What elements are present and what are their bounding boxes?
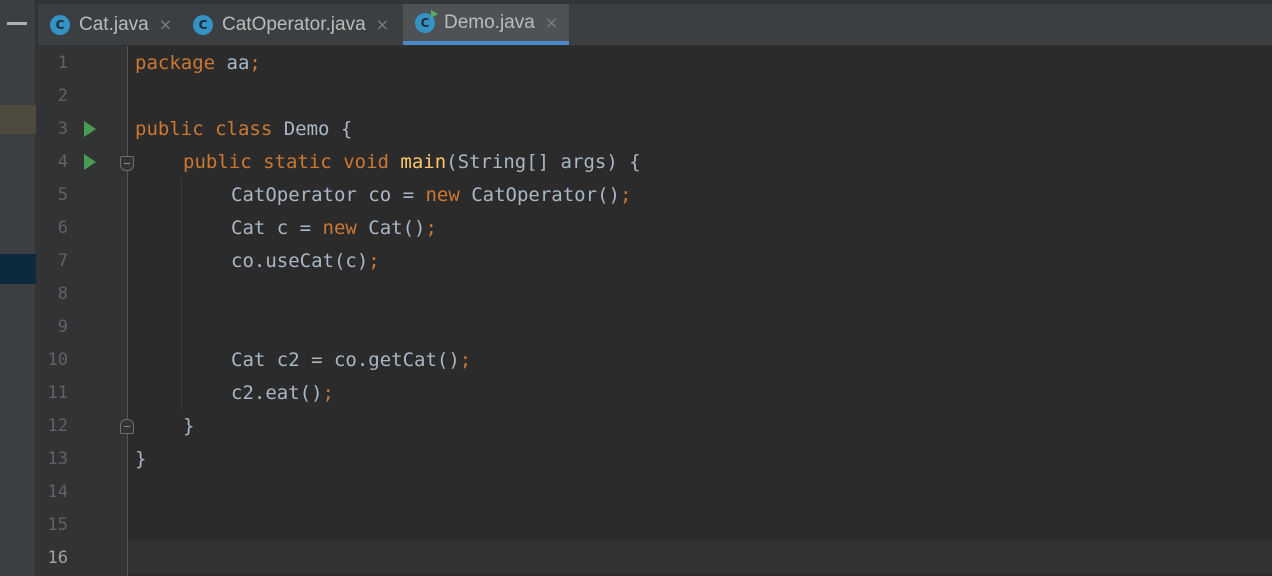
java-class-icon: C: [50, 14, 70, 35]
run-main-icon[interactable]: [84, 154, 96, 170]
line-number-current: 16: [47, 548, 68, 568]
line-number: 5: [57, 185, 68, 205]
line-number: 1: [57, 53, 68, 73]
tab-label: Cat.java: [79, 13, 149, 35]
close-icon[interactable]: ×: [545, 13, 558, 32]
code-line-13[interactable]: }: [135, 443, 146, 476]
line-number: 12: [47, 416, 68, 436]
close-icon[interactable]: ×: [159, 15, 172, 34]
tab-demo-java[interactable]: C Demo.java ×: [403, 4, 569, 45]
fold-close-icon[interactable]: [120, 419, 134, 434]
tool-window-strip: [0, 0, 36, 576]
gutter-border: [127, 46, 128, 576]
tab-cat-java[interactable]: C Cat.java ×: [38, 4, 178, 45]
code-line-1[interactable]: package aa;: [135, 47, 261, 80]
line-number: 7: [57, 251, 68, 271]
tab-catoperator-java[interactable]: C CatOperator.java ×: [181, 4, 401, 45]
minimize-icon[interactable]: [7, 22, 27, 25]
line-number: 6: [57, 218, 68, 238]
line-number: 13: [47, 449, 68, 469]
code-line-7[interactable]: co.useCat(c);: [231, 245, 380, 278]
line-number: 4: [57, 152, 68, 172]
fold-open-icon[interactable]: [120, 156, 134, 171]
java-runnable-class-icon: C: [415, 9, 438, 33]
close-icon[interactable]: ×: [376, 15, 389, 34]
code-line-6[interactable]: Cat c = new Cat();: [231, 212, 437, 245]
line-number: 15: [47, 515, 68, 535]
editor-tab-bar: C Cat.java × C CatOperator.java × C Demo…: [38, 0, 1272, 46]
current-line-highlight: [128, 540, 1272, 573]
tab-label: CatOperator.java: [222, 13, 366, 35]
code-line-5[interactable]: CatOperator co = new CatOperator();: [231, 179, 631, 212]
code-line-3[interactable]: public class Demo {: [135, 113, 352, 146]
line-number: 14: [47, 482, 68, 502]
line-number: 9: [57, 317, 68, 337]
line-number: 8: [57, 284, 68, 304]
run-class-icon[interactable]: [84, 121, 96, 137]
strip-selection: [0, 254, 36, 284]
line-number: 2: [57, 86, 68, 106]
code-line-11[interactable]: c2.eat();: [231, 377, 334, 410]
run-badge-icon: [431, 9, 438, 18]
code-line-10[interactable]: Cat c2 = co.getCat();: [231, 344, 471, 377]
code-line-12[interactable]: }: [183, 410, 194, 443]
code-line-4[interactable]: public static void main(String[] args) {: [183, 146, 641, 179]
indent-guide: [181, 178, 182, 410]
tab-label: Demo.java: [444, 11, 535, 33]
line-number: 3: [57, 119, 68, 139]
strip-highlight: [0, 105, 36, 134]
line-number: 10: [47, 350, 68, 370]
java-class-icon: C: [193, 14, 213, 35]
line-number: 11: [47, 383, 68, 403]
